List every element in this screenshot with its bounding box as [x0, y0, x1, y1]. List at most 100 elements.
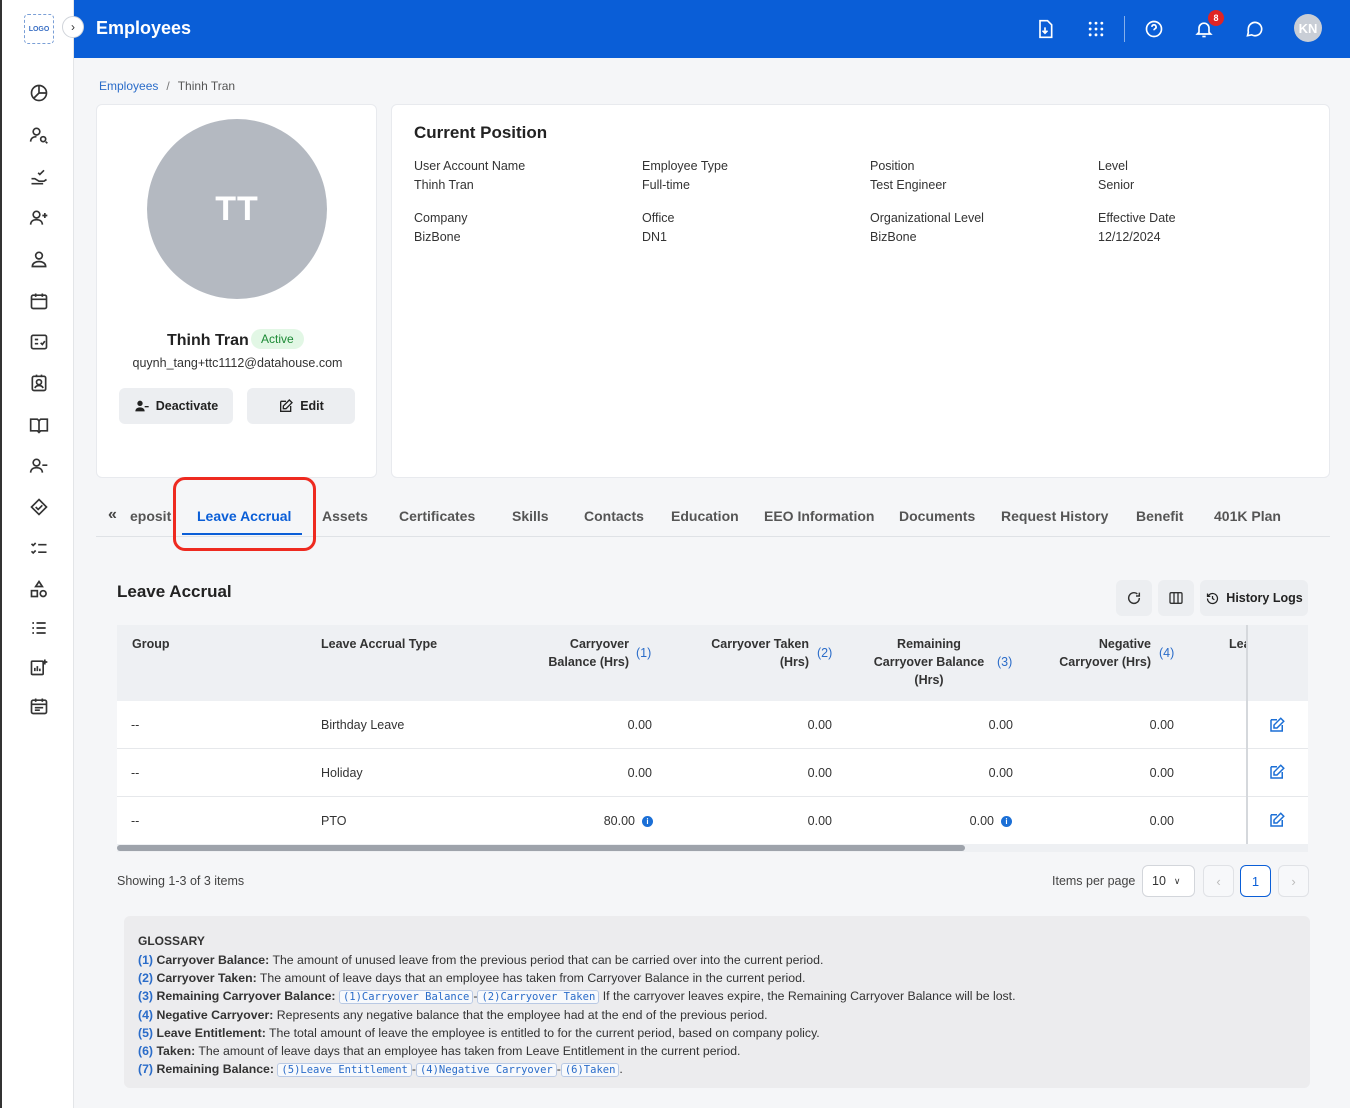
refresh-button[interactable]: [1116, 580, 1152, 616]
col-text: Negative: [1098, 637, 1151, 651]
table-row: -- Holiday 0.00 0.00 0.00 0.00: [117, 749, 1308, 797]
edit-row-icon[interactable]: [1268, 763, 1286, 781]
calendar-icon[interactable]: [28, 290, 50, 312]
current-position-title: Current Position: [414, 123, 548, 142]
download-file-icon[interactable]: [1033, 17, 1057, 41]
status-badge: Active: [251, 329, 304, 349]
tab-scroll-left-icon[interactable]: «: [108, 506, 117, 524]
next-page-button[interactable]: ›: [1278, 865, 1309, 897]
field-value: Test Engineer: [870, 178, 947, 192]
col-text: (Hrs): [779, 655, 809, 669]
columns-button[interactable]: [1158, 580, 1194, 616]
handshake-icon[interactable]: [28, 496, 50, 518]
chevron-down-icon: ∨: [1173, 875, 1181, 886]
col-number-label: (1): [636, 646, 652, 660]
table-horizontal-scrollbar[interactable]: [117, 844, 1308, 852]
edit-row-icon[interactable]: [1268, 811, 1286, 829]
divider: [1124, 16, 1125, 42]
tab-benefit[interactable]: Benefit: [1136, 508, 1183, 524]
leave-accrual-section: Leave Accrual History Logs Group Leave A…: [96, 556, 1330, 1101]
page-button-current[interactable]: 1: [1240, 865, 1271, 897]
field-value: BizBone: [870, 230, 917, 244]
tab-highlight-annotation: [173, 477, 316, 551]
book-icon[interactable]: [28, 414, 50, 436]
col-carryover-taken: Carryover Taken (Hrs): [709, 635, 809, 671]
edit-button[interactable]: Edit: [247, 388, 355, 424]
prev-page-button[interactable]: ‹: [1203, 865, 1234, 897]
breadcrumb: Employees / Thinh Tran: [99, 79, 235, 93]
chat-icon[interactable]: [1243, 17, 1267, 41]
breadcrumb-employees-link[interactable]: Employees: [99, 79, 158, 93]
field-position: Position Test Engineer: [870, 159, 946, 192]
profile-email: quynh_tang+ttc1112@datahouse.com: [132, 356, 343, 370]
info-icon[interactable]: i: [997, 814, 1012, 828]
user-search-icon[interactable]: [28, 124, 50, 146]
breadcrumb-separator: /: [166, 79, 170, 93]
list-icon[interactable]: [28, 617, 50, 639]
tab-deposit[interactable]: eposit: [130, 508, 171, 524]
cell-type: Birthday Leave: [321, 718, 405, 732]
glossary-item: (3) Remaining Carryover Balance: (1)Carr…: [138, 987, 1296, 1006]
schedule-icon[interactable]: [28, 695, 50, 717]
dashboard-pie-icon[interactable]: [28, 82, 50, 104]
glossary-text: If the carryover leaves expire, the Rema…: [602, 989, 1016, 1003]
tab-education[interactable]: Education: [671, 508, 739, 524]
tab-contacts[interactable]: Contacts: [584, 508, 644, 524]
hand-check-icon[interactable]: [28, 166, 50, 188]
edit-row-icon[interactable]: [1268, 716, 1286, 734]
field-label: Organizational Level: [870, 211, 984, 225]
field-value: BizBone: [414, 230, 461, 244]
refresh-icon: [1127, 591, 1141, 605]
user-avatar[interactable]: KN: [1294, 14, 1322, 42]
tab-eeo-information[interactable]: EEO Information: [764, 508, 874, 524]
field-label: Level: [1098, 159, 1128, 173]
showing-count: Showing 1-3 of 3 items: [117, 874, 245, 888]
field-value: Thinh Tran: [414, 178, 474, 192]
col-text: Carryover (Hrs): [1059, 655, 1151, 669]
help-icon[interactable]: [1142, 17, 1166, 41]
shapes-icon[interactable]: [28, 578, 50, 600]
report-add-icon[interactable]: [28, 656, 50, 678]
col-number: (4): [1159, 644, 1174, 662]
history-logs-button[interactable]: History Logs: [1200, 580, 1308, 616]
contact-card-icon[interactable]: [28, 372, 50, 394]
task-list-icon[interactable]: [28, 537, 50, 559]
cell-group: --: [131, 766, 140, 780]
col-number-label: (3): [997, 655, 1013, 669]
deactivate-label: Deactivate: [155, 399, 219, 413]
user-add-icon[interactable]: [28, 207, 50, 229]
apps-grid-icon[interactable]: [1084, 17, 1108, 41]
tab-documents[interactable]: Documents: [899, 508, 975, 524]
field-employee-type: Employee Type Full-time: [642, 159, 728, 192]
col-text: Carryover: [569, 637, 629, 651]
scrollbar-thumb[interactable]: [117, 845, 965, 851]
glossary-title: GLOSSARY: [138, 934, 205, 948]
checklist-icon[interactable]: [28, 331, 50, 353]
tab-request-history[interactable]: Request History: [1001, 508, 1108, 524]
glossary-term: Carryover Taken:: [156, 971, 257, 985]
items-per-page-select[interactable]: 10 ∨: [1142, 865, 1195, 897]
deactivate-button[interactable]: Deactivate: [119, 388, 233, 424]
glossary-code: (5)Leave Entitlement: [277, 1063, 412, 1077]
tab-401k-plan[interactable]: 401K Plan: [1214, 508, 1281, 524]
user-icon[interactable]: [28, 248, 50, 270]
glossary-item: (2) Carryover Taken: The amount of leave…: [138, 969, 1296, 987]
cell-negative-carryover: 0.00: [1149, 814, 1174, 828]
sidebar-collapse-button[interactable]: ›: [62, 16, 84, 38]
glossary-term: Carryover Balance:: [156, 953, 270, 967]
col-leave-accrual-type: Leave Accrual Type: [321, 637, 438, 651]
user-remove-icon[interactable]: [28, 455, 50, 477]
col-number: (2): [817, 644, 832, 662]
tab-skills[interactable]: Skills: [512, 508, 549, 524]
profile-card: TT Thinh Tran Active quynh_tang+ttc1112@…: [96, 104, 377, 478]
field-value: Senior: [1098, 178, 1135, 192]
info-icon[interactable]: i: [638, 814, 653, 828]
glossary-item: (6) Taken: The amount of leave days that…: [138, 1042, 1296, 1060]
table-row: -- PTO 80.00 i 0.00 0.00 i 0.00: [117, 797, 1308, 845]
glossary-term: Remaining Carryover Balance:: [156, 989, 336, 1003]
col-number-label: (2): [817, 646, 833, 660]
tab-certificates[interactable]: Certificates: [399, 508, 475, 524]
col-text: Remaining: [897, 637, 961, 651]
glossary-term: Negative Carryover:: [156, 1008, 274, 1022]
tab-assets[interactable]: Assets: [322, 508, 368, 524]
